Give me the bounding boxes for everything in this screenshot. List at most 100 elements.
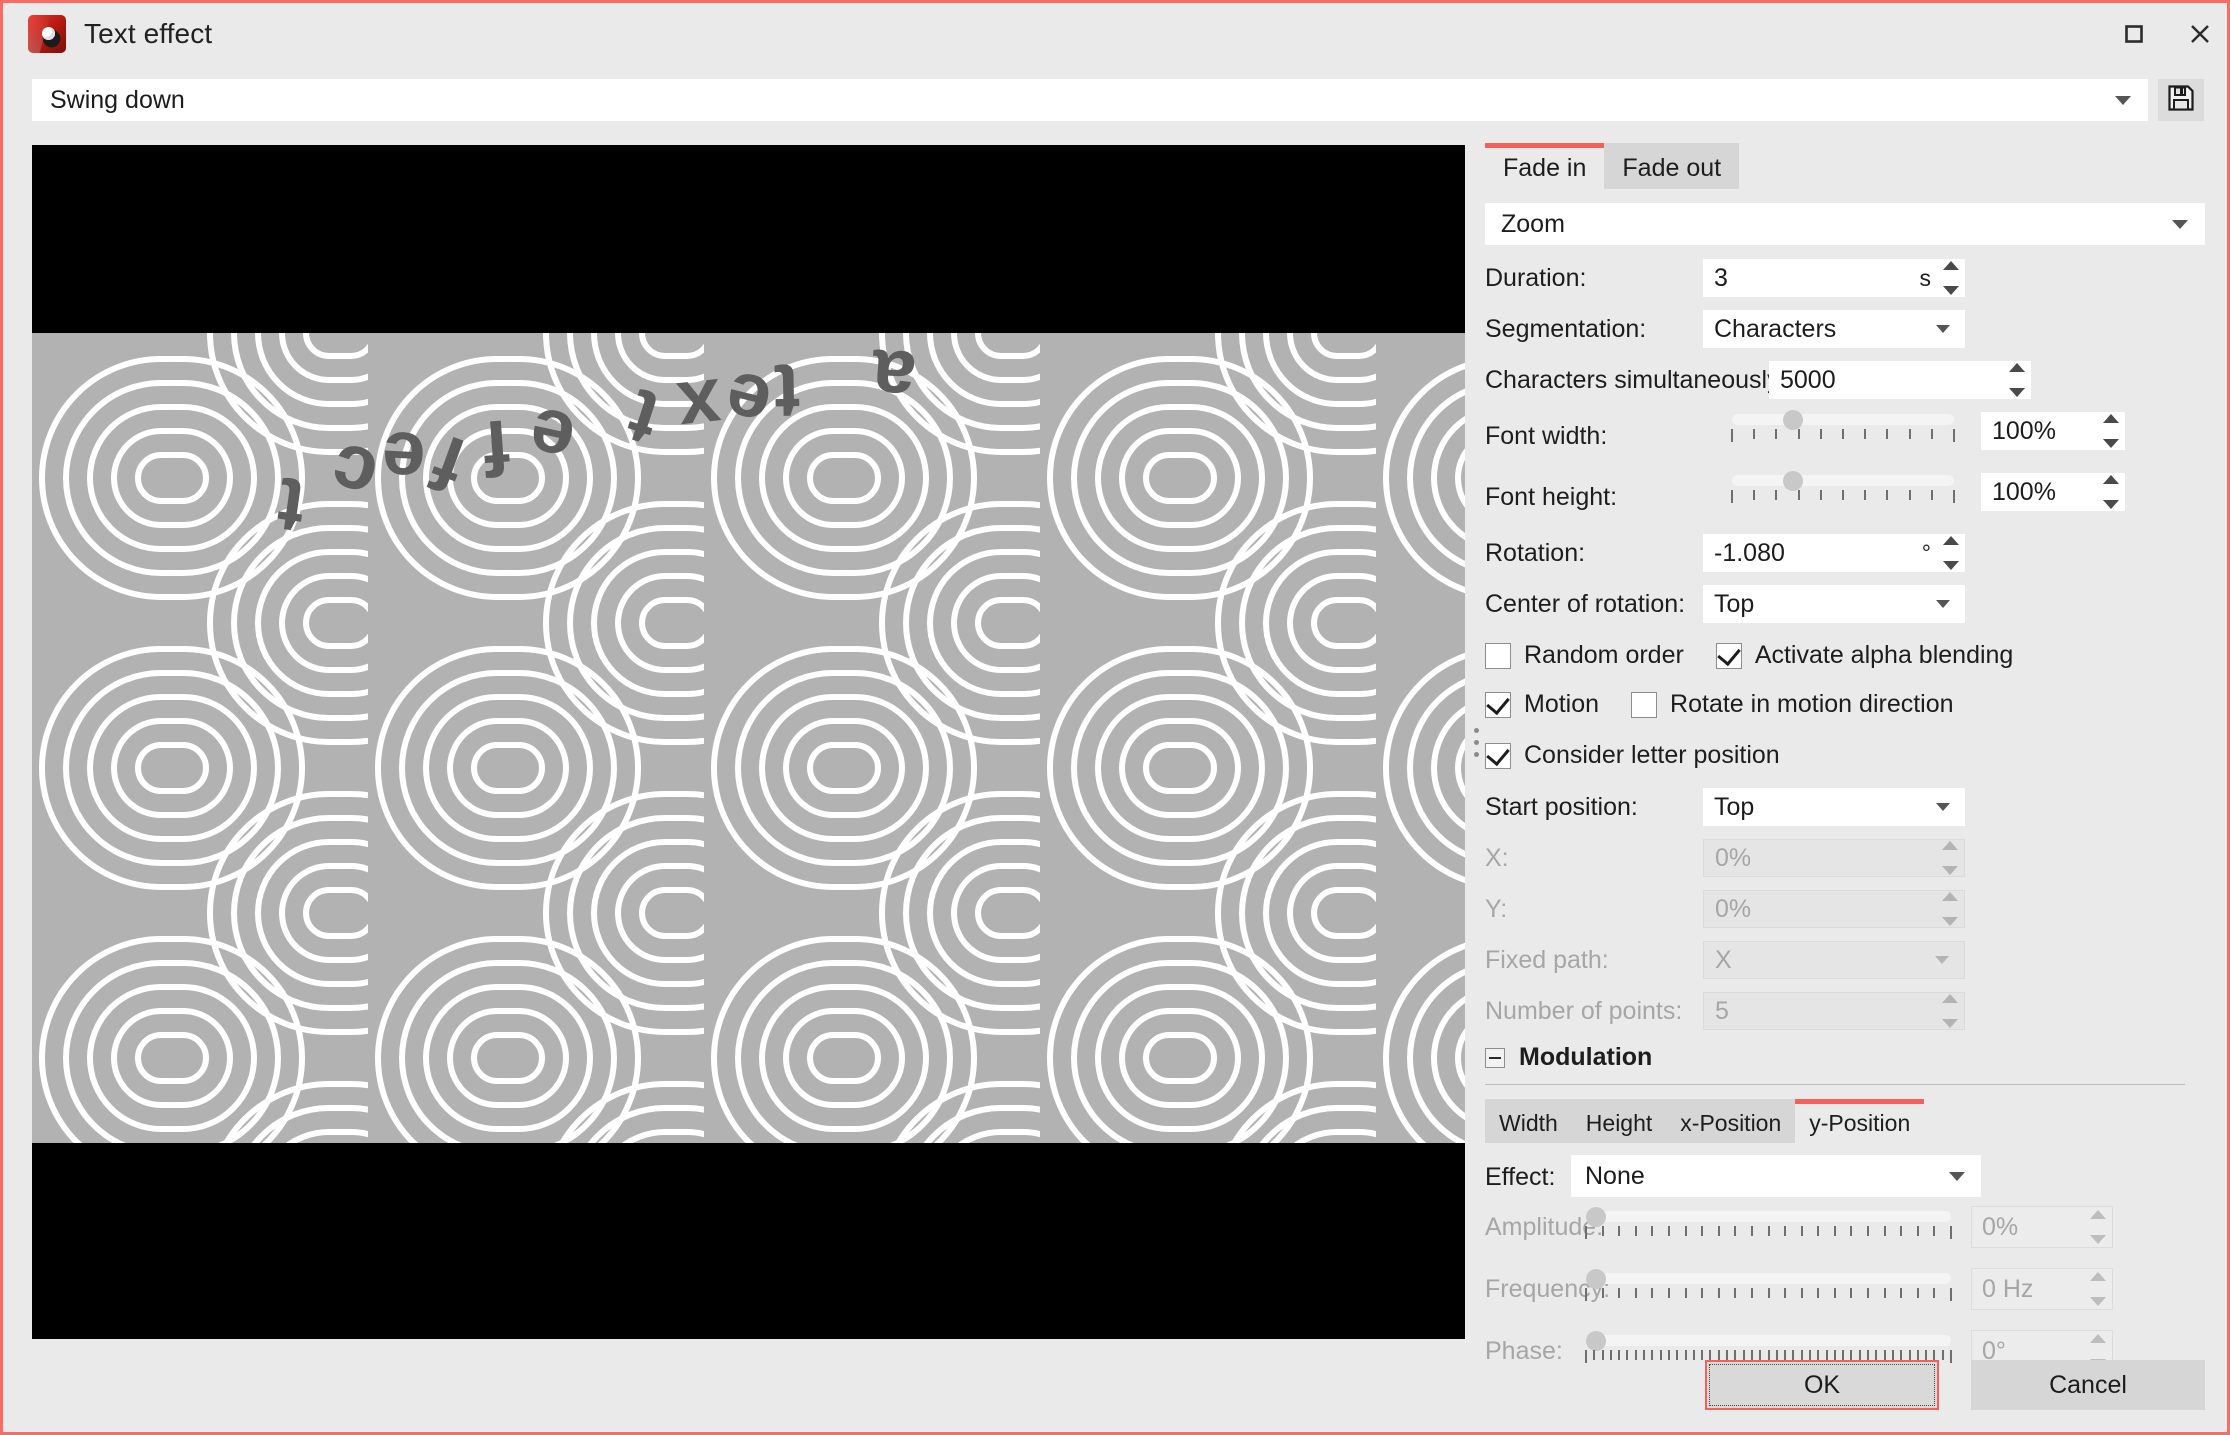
preset-value: Swing down	[33, 86, 185, 115]
modulation-effect-label: Effect:	[1485, 1163, 1555, 1192]
window-title: Text effect	[84, 18, 212, 50]
font-height-slider[interactable]	[1732, 475, 1954, 503]
font-height-label: Font height:	[1485, 483, 1617, 512]
motion-label[interactable]: Motion	[1524, 690, 1599, 719]
duration-value: 3	[1703, 264, 1728, 293]
cancel-button[interactable]: Cancel	[1971, 1360, 2205, 1410]
consider-letter-position-label[interactable]: Consider letter position	[1524, 741, 1780, 770]
ok-button[interactable]: OK	[1705, 1360, 1939, 1410]
amplitude-input: 0%	[1971, 1206, 2113, 1248]
effect-type-value: Zoom	[1485, 210, 1565, 239]
amplitude-ticks	[1586, 1226, 1951, 1239]
font-height-input[interactable]: 100%	[1981, 473, 2125, 511]
font-height-slider-thumb[interactable]	[1783, 471, 1803, 491]
modtab-x-position[interactable]: x-Position	[1666, 1099, 1795, 1143]
segmentation-row: Segmentation: Characters	[1485, 310, 2205, 348]
dialog-buttons: OK Cancel	[1485, 1357, 2205, 1413]
start-position-row: Start position: Top	[1485, 788, 2205, 826]
preview-canvas[interactable]: t c e f f e t x e t a	[32, 145, 1465, 1339]
y-row: Y: 0%	[1485, 890, 2205, 928]
duration-row: Duration: 3 s	[1485, 259, 2205, 297]
motion-checkbox[interactable]	[1485, 692, 1511, 718]
amplitude-slider	[1586, 1211, 1951, 1239]
font-width-slider-thumb[interactable]	[1783, 410, 1803, 430]
characters-simultaneously-stepper[interactable]	[2009, 363, 2025, 397]
random-order-checkbox[interactable]	[1485, 643, 1511, 669]
x-row: X: 0%	[1485, 839, 2205, 877]
rotation-row: Rotation: -1.080 °	[1485, 534, 2205, 572]
duration-input[interactable]: 3 s	[1703, 259, 1965, 297]
checkbox-row-3: Consider letter position	[1485, 741, 2205, 770]
characters-simultaneously-label: Characters simultaneously:	[1485, 366, 1787, 395]
fixed-path-value: X	[1704, 946, 1732, 975]
consider-letter-position-checkbox[interactable]	[1485, 743, 1511, 769]
panel-splitter[interactable]	[1467, 145, 1485, 1339]
maximize-button[interactable]	[2101, 3, 2167, 65]
random-order-label[interactable]: Random order	[1524, 641, 1684, 670]
splitter-grip-icon	[1474, 728, 1479, 757]
effect-type-dropdown[interactable]: Zoom	[1485, 203, 2205, 245]
tab-fade-out[interactable]: Fade out	[1604, 143, 1739, 189]
segmentation-dropdown[interactable]: Characters	[1703, 310, 1965, 348]
characters-simultaneously-value: 5000	[1769, 366, 1836, 395]
modtab-height-label: Height	[1586, 1110, 1652, 1137]
minus-box-icon[interactable]	[1485, 1048, 1505, 1068]
preset-dropdown[interactable]: Swing down	[32, 79, 2148, 121]
rotation-stepper[interactable]	[1943, 536, 1959, 570]
app-logo-icon	[28, 15, 66, 53]
number-of-points-input: 5	[1703, 992, 1965, 1030]
modulation-effect-row: Effect: None	[1485, 1155, 2205, 1197]
segmentation-label: Segmentation:	[1485, 315, 1646, 344]
x-stepper	[1942, 841, 1958, 875]
number-of-points-stepper	[1942, 994, 1958, 1028]
rotate-in-motion-direction-checkbox[interactable]	[1631, 692, 1657, 718]
checkbox-row-2: Motion Rotate in motion direction	[1485, 690, 2205, 719]
modtab-y-position[interactable]: y-Position	[1795, 1099, 1924, 1143]
amplitude-slider-thumb	[1586, 1207, 1606, 1227]
settings-panel: Fade in Fade out Zoom Duration: 3 s Segm…	[1485, 143, 2205, 1413]
frequency-stepper	[2090, 1272, 2106, 1306]
tab-fade-in[interactable]: Fade in	[1485, 143, 1604, 189]
modtab-height[interactable]: Height	[1572, 1099, 1666, 1143]
save-preset-button[interactable]	[2158, 79, 2204, 121]
font-width-stepper[interactable]	[2103, 414, 2119, 448]
modulation-effect-dropdown[interactable]: None	[1571, 1155, 1981, 1197]
modulation-divider	[1485, 1084, 2185, 1085]
tab-fade-out-label: Fade out	[1622, 154, 1721, 183]
center-of-rotation-row: Center of rotation: Top	[1485, 585, 2205, 623]
text-effect-dialog: Text effect Swing down	[0, 0, 2230, 1435]
activate-alpha-blending-label[interactable]: Activate alpha blending	[1755, 641, 2014, 670]
duration-label: Duration:	[1485, 264, 1586, 293]
close-button[interactable]	[2167, 3, 2230, 65]
number-of-points-row: Number of points: 5	[1485, 992, 2205, 1030]
font-height-stepper[interactable]	[2103, 475, 2119, 509]
modtab-width[interactable]: Width	[1485, 1099, 1572, 1143]
chevron-down-icon	[2172, 220, 2188, 229]
frequency-slider	[1586, 1273, 1951, 1301]
checkbox-row-1: Random order Activate alpha blending	[1485, 641, 2205, 670]
duration-stepper[interactable]	[1943, 261, 1959, 295]
activate-alpha-blending-checkbox[interactable]	[1716, 643, 1742, 669]
font-width-ticks	[1732, 429, 1954, 442]
modtab-y-position-label: y-Position	[1809, 1110, 1910, 1137]
rotation-input[interactable]: -1.080 °	[1703, 534, 1965, 572]
font-width-input[interactable]: 100%	[1981, 412, 2125, 450]
title-bar: Text effect	[3, 3, 2230, 65]
maximize-icon	[2124, 24, 2144, 44]
chevron-down-icon	[1936, 803, 1950, 811]
rotate-in-motion-direction-label[interactable]: Rotate in motion direction	[1670, 690, 1953, 719]
fade-tabstrip: Fade in Fade out	[1485, 143, 2205, 189]
fixed-path-label: Fixed path:	[1485, 946, 1609, 975]
characters-simultaneously-input[interactable]: 5000	[1769, 361, 2031, 399]
duration-unit: s	[1920, 265, 1932, 292]
preset-row: Swing down	[32, 79, 2204, 121]
chevron-down-icon	[2115, 96, 2131, 105]
start-position-dropdown[interactable]: Top	[1703, 788, 1965, 826]
frequency-ticks	[1586, 1288, 1951, 1301]
fixed-path-row: Fixed path: X	[1485, 941, 2205, 979]
font-width-slider[interactable]	[1732, 414, 1954, 442]
rotation-value: -1.080	[1703, 539, 1785, 568]
frequency-slider-thumb	[1586, 1269, 1606, 1289]
center-of-rotation-dropdown[interactable]: Top	[1703, 585, 1965, 623]
modulation-effect-value: None	[1571, 1162, 1645, 1191]
